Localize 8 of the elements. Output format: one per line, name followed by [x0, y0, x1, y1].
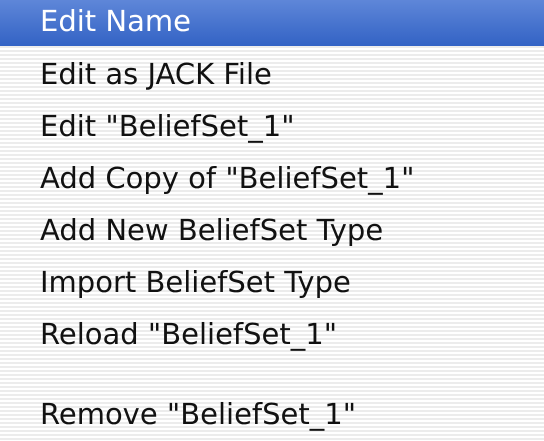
menu-item[interactable]: Edit as JACK File [0, 50, 544, 102]
menu-item[interactable]: Remove "BeliefSet_1" [0, 390, 544, 441]
menu-item[interactable]: Reload "BeliefSet_1" [0, 310, 544, 362]
menu-item[interactable]: Edit Name [0, 0, 544, 46]
menu-item[interactable]: Add New BeliefSet Type [0, 206, 544, 258]
menu-item[interactable]: Edit "BeliefSet_1" [0, 102, 544, 154]
menu-item[interactable]: Add Copy of "BeliefSet_1" [0, 154, 544, 206]
menu-item[interactable]: Import BeliefSet Type [0, 258, 544, 310]
